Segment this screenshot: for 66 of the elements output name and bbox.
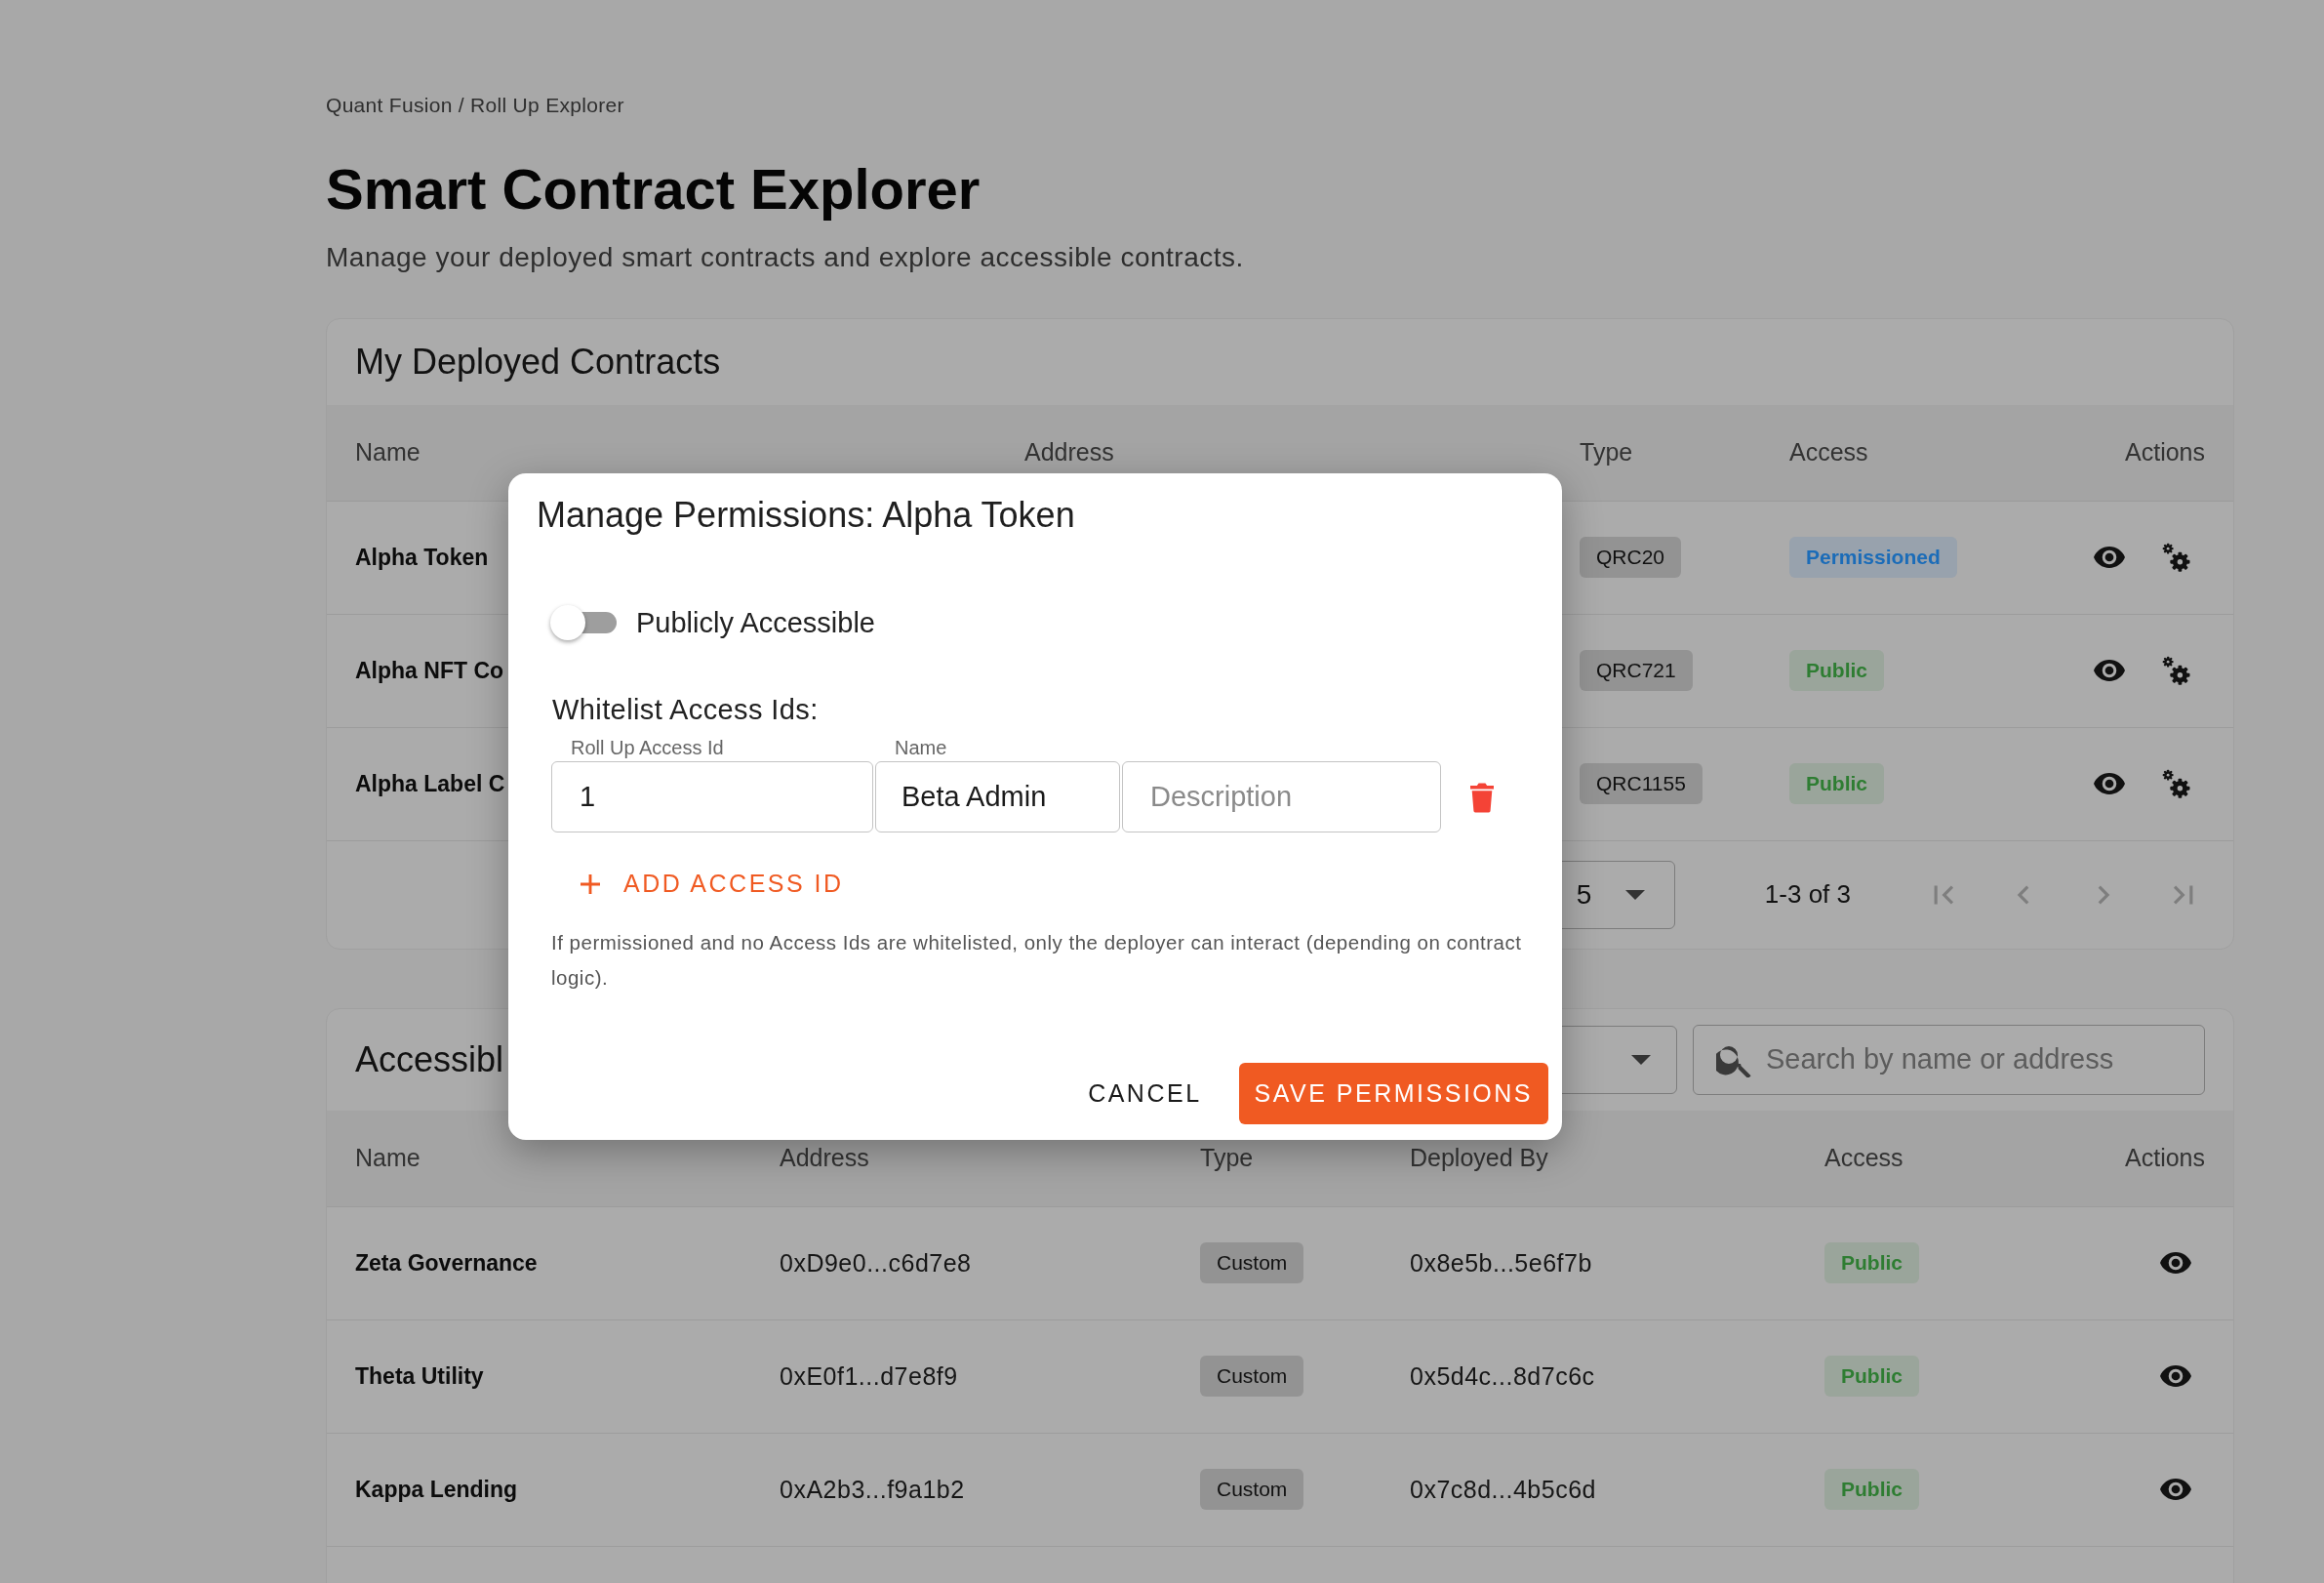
field-label: Name (895, 737, 947, 758)
contract-name: Kappa Lending (355, 1476, 518, 1503)
column-header: Actions (2125, 438, 2205, 467)
page-subtitle: Manage your deployed smart contracts and explore accessible contracts. (326, 241, 1245, 273)
settings-icon[interactable] (2162, 543, 2191, 573)
caret-icon (1631, 1054, 1651, 1065)
card-title: Accessibl (355, 1038, 505, 1080)
contract-address: 0xE0f1...d7e8f9 (780, 1361, 958, 1391)
view-icon[interactable] (2094, 660, 2125, 682)
view-icon[interactable] (2160, 1252, 2191, 1275)
access-tag: Public (1824, 1469, 1919, 1511)
column-header: Access (1824, 1144, 1903, 1173)
view-icon[interactable] (2160, 1479, 2191, 1501)
contract-name: Alpha NFT Co (355, 657, 504, 684)
cancel-button[interactable]: CANCEL (1078, 1066, 1212, 1121)
contract-address: 0xD9e0...c6d7e8 (780, 1248, 972, 1278)
help-text: If permissioned and no Access Ids are whitelisted, only the deployer can interact (depending on contract logic). (551, 930, 1523, 991)
access-tag: Public (1789, 650, 1884, 692)
access-id-field[interactable]: 1 (551, 761, 873, 832)
deployer-address: 0x7c8d...4b5c6d (1410, 1475, 1596, 1504)
page-title: Smart Contract Explorer (326, 158, 982, 221)
search-field[interactable]: Search by name or address (1693, 1024, 2205, 1095)
toggle-label: Publicly Accessible (636, 606, 875, 639)
toggle-switch[interactable] (550, 604, 617, 641)
contract-address: 0xA2b3...f9a1b2 (780, 1475, 965, 1504)
view-icon[interactable] (2094, 547, 2125, 569)
access-tag: Public (1789, 763, 1884, 805)
name-field[interactable]: Beta Admin (875, 761, 1120, 832)
breadcrumb: Quant Fusion / Roll Up Explorer (326, 94, 625, 117)
column-header: Type (1200, 1144, 1254, 1173)
column-header: Address (1024, 438, 1114, 467)
column-header: Deployed By (1410, 1144, 1548, 1173)
deployer-address: 0x8e5b...5e6f7b (1410, 1248, 1592, 1278)
type-tag: QRC1155 (1580, 763, 1703, 805)
contract-name: Theta Utility (355, 1362, 484, 1390)
type-tag: Custom (1200, 1356, 1304, 1398)
page-range: 1-3 of 3 (1764, 879, 1851, 911)
card-title: My Deployed Contracts (355, 341, 721, 383)
description-field[interactable]: Description (1122, 761, 1441, 832)
type-tag: Custom (1200, 1469, 1304, 1511)
plus-icon (581, 873, 600, 894)
contract-name: Alpha Token (355, 544, 489, 571)
column-header: Access (1789, 438, 1868, 467)
column-header: Type (1580, 438, 1633, 467)
view-icon[interactable] (2094, 773, 2125, 795)
field-label: Roll Up Access Id (571, 737, 724, 758)
access-tag: Public (1824, 1356, 1919, 1398)
type-tag: QRC20 (1580, 537, 1682, 579)
caret-icon (1624, 889, 1645, 900)
contract-name: Alpha Label C (355, 770, 505, 797)
dialog-title: Manage Permissions: Alpha Token (537, 495, 1076, 536)
column-header: Actions (2125, 1144, 2205, 1173)
view-icon[interactable] (2160, 1365, 2191, 1388)
type-tag: QRC721 (1580, 650, 1693, 692)
type-tag: Custom (1200, 1242, 1304, 1284)
settings-icon[interactable] (2162, 656, 2191, 686)
whitelist-label: Whitelist Access Ids: (552, 694, 820, 726)
column-header: Name (355, 1144, 421, 1173)
deployer-address: 0x5d4c...8d7c6c (1410, 1361, 1595, 1391)
settings-icon[interactable] (2162, 769, 2191, 799)
access-tag: Public (1824, 1242, 1919, 1284)
access-tag: Permissioned (1789, 537, 1957, 579)
column-header: Name (355, 438, 421, 467)
column-header: Address (780, 1144, 869, 1173)
contract-name: Zeta Governance (355, 1249, 538, 1277)
trash-icon[interactable] (1470, 781, 1494, 813)
